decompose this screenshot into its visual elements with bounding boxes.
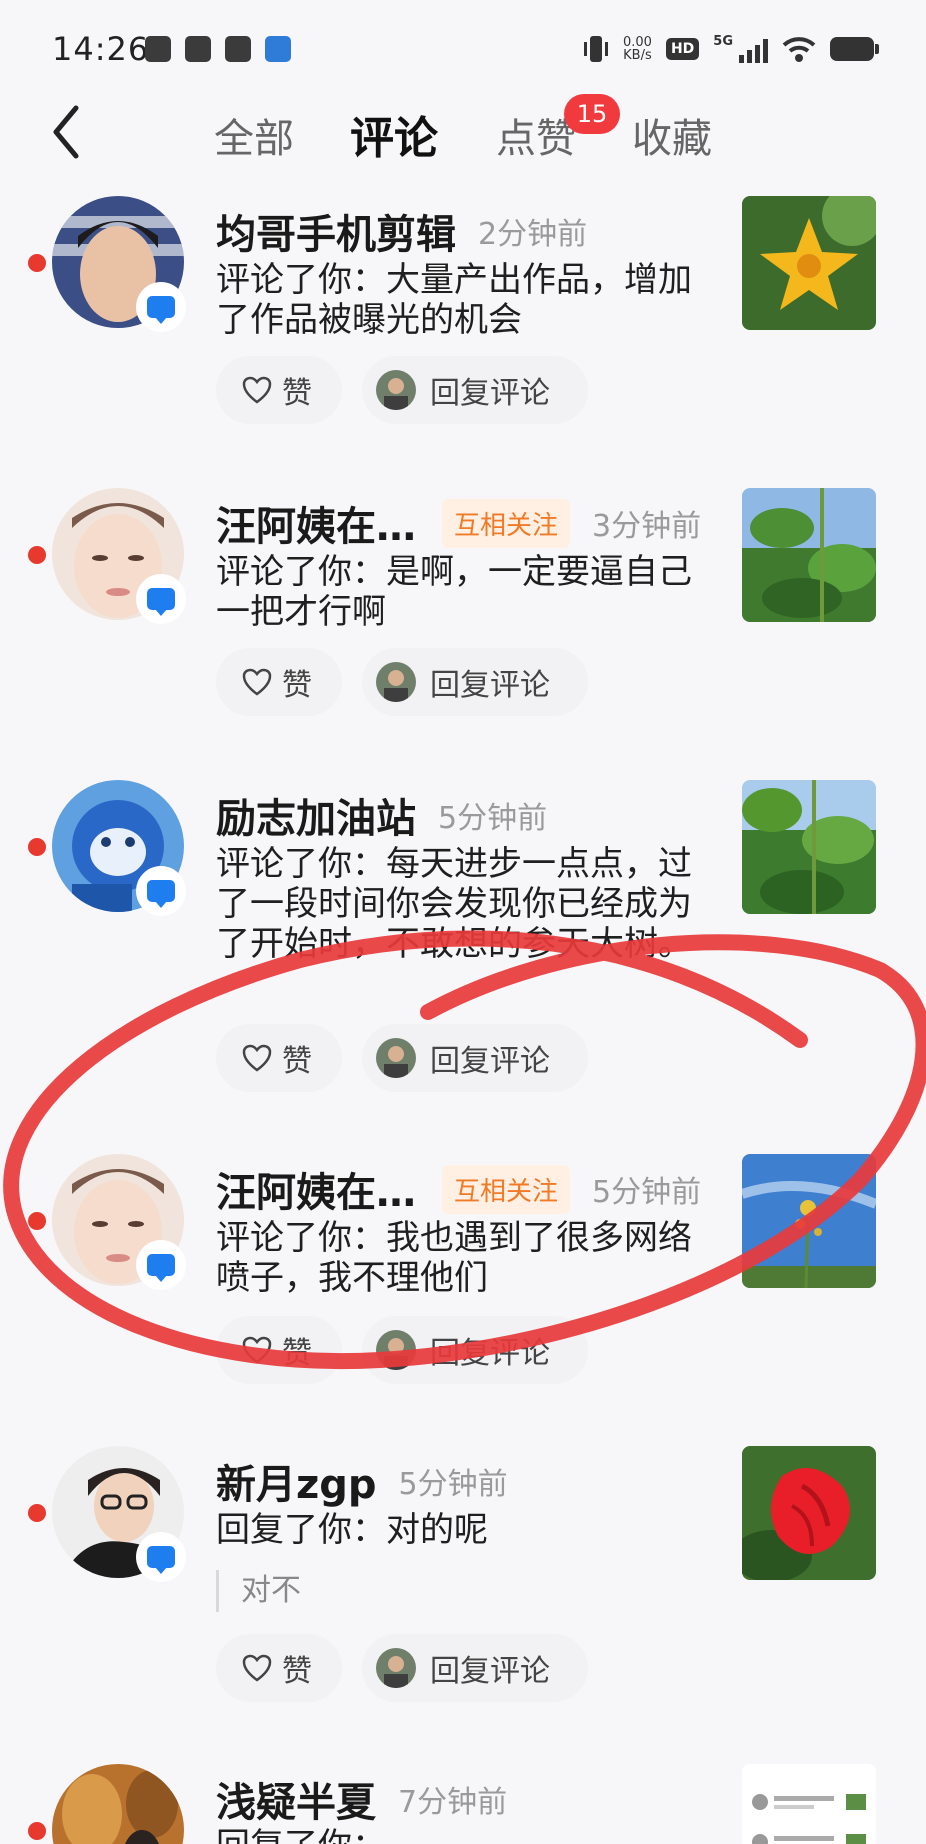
user-name[interactable]: 新月zgp (216, 1452, 377, 1510)
timestamp: 3分钟前 (592, 509, 702, 544)
post-thumbnail[interactable] (742, 1446, 876, 1580)
reply-label: 回复评论 (430, 1654, 550, 1689)
timestamp: 5分钟前 (592, 1175, 702, 1210)
comment-badge-icon (136, 1240, 186, 1290)
square-icon (145, 36, 171, 62)
reply-label: 回复评论 (430, 376, 550, 411)
chevron-left-icon[interactable] (44, 100, 94, 160)
status-right: 0.00 KB/s HD 5G (583, 34, 879, 64)
timestamp: 7分钟前 (398, 1785, 508, 1820)
unread-dot (28, 1212, 46, 1230)
like-button[interactable]: 赞 (216, 356, 342, 424)
reply-button[interactable]: 回复评论 (362, 1024, 588, 1092)
unread-dot (28, 838, 46, 856)
comment-text[interactable]: 评论了你：是啊，一定要逼自己一把才行啊 (216, 552, 706, 632)
item-header: 新月zgp 5分钟前 (216, 1452, 508, 1510)
wifi-icon (782, 37, 816, 62)
avatar[interactable] (52, 1764, 184, 1844)
like-label: 赞 (282, 1044, 312, 1079)
tab-all[interactable]: 全部 (214, 106, 294, 164)
my-avatar (376, 370, 416, 410)
user-name[interactable]: 汪阿姨在… (216, 1160, 416, 1218)
lock-icon (265, 36, 291, 62)
heart-icon (242, 376, 272, 404)
item-header: 均哥手机剪辑 2分钟前 (216, 202, 587, 260)
heart-icon (242, 1044, 272, 1072)
reply-label: 回复评论 (430, 668, 550, 703)
item-header: 汪阿姨在… 互相关注 3分钟前 (216, 494, 701, 552)
comment-text[interactable]: 回复了你： (216, 1826, 706, 1844)
heart-icon (242, 668, 272, 696)
user-name[interactable]: 浅疑半夏 (216, 1770, 376, 1828)
comment-badge-icon (136, 1532, 186, 1582)
status-bar: 14:26 0.00 KB/s HD 5G (0, 0, 926, 96)
item-header: 汪阿姨在… 互相关注 5分钟前 (216, 1160, 701, 1218)
like-button[interactable]: 赞 (216, 1024, 342, 1092)
quoted-text: 对不 (216, 1570, 301, 1612)
post-thumbnail[interactable] (742, 488, 876, 622)
timestamp: 5分钟前 (438, 801, 548, 836)
reply-button[interactable]: 回复评论 (362, 648, 588, 716)
network-speed: 0.00 KB/s (623, 36, 652, 62)
like-button[interactable]: 赞 (216, 648, 342, 716)
hd-icon: HD (665, 38, 700, 60)
unread-dot (28, 254, 46, 272)
my-avatar (376, 662, 416, 702)
item-header: 浅疑半夏 7分钟前 (216, 1770, 507, 1828)
my-avatar (376, 1330, 416, 1370)
tab-comments[interactable]: 评论 (350, 102, 438, 166)
unread-dot (28, 1822, 46, 1840)
battery-icon (830, 37, 879, 61)
reply-button[interactable]: 回复评论 (362, 1634, 588, 1702)
user-name[interactable]: 励志加油站 (216, 786, 416, 844)
link-icon (225, 36, 251, 62)
comment-text[interactable]: 评论了你：大量产出作品，增加了作品被曝光的机会 (216, 260, 706, 340)
speed-unit: KB/s (623, 48, 652, 63)
my-avatar (376, 1648, 416, 1688)
top-nav: 全部 评论 点赞 15 收藏 (0, 94, 926, 190)
my-avatar (376, 1038, 416, 1078)
likes-count-badge: 15 (564, 94, 620, 134)
status-time: 14:26 (52, 30, 150, 68)
like-button[interactable]: 赞 (216, 1316, 342, 1384)
like-button[interactable]: 赞 (216, 1634, 342, 1702)
post-thumbnail[interactable] (742, 780, 876, 914)
heart-icon (242, 1654, 272, 1682)
mutual-follow-badge: 互相关注 (442, 1164, 571, 1214)
comment-text[interactable]: 评论了你：我也遇到了很多网络喷子，我不理他们 (216, 1218, 706, 1298)
tab-favorites[interactable]: 收藏 (632, 106, 712, 164)
timestamp: 5分钟前 (398, 1467, 508, 1502)
like-label: 赞 (282, 376, 312, 411)
user-name[interactable]: 汪阿姨在… (216, 494, 416, 552)
timestamp: 2分钟前 (478, 217, 588, 252)
comment-badge-icon (136, 574, 186, 624)
item-header: 励志加油站 5分钟前 (216, 786, 547, 844)
reply-label: 回复评论 (430, 1044, 550, 1079)
user-name[interactable]: 均哥手机剪辑 (216, 202, 456, 260)
unread-dot (28, 546, 46, 564)
post-thumbnail[interactable] (742, 196, 876, 330)
reply-button[interactable]: 回复评论 (362, 356, 588, 424)
like-label: 赞 (282, 668, 312, 703)
notification-icons (145, 36, 291, 62)
reply-label: 回复评论 (430, 1336, 550, 1371)
vibrate-icon (583, 36, 608, 62)
unread-dot (28, 1504, 46, 1522)
comment-text[interactable]: 评论了你：每天进步一点点，过了一段时间你会发现你已经成为了开始时，不敢想的参天大… (216, 844, 706, 964)
network-type: 5G (713, 34, 733, 49)
signal-icon (739, 35, 768, 63)
comment-badge-icon (136, 866, 186, 916)
like-label: 赞 (282, 1654, 312, 1689)
post-thumbnail[interactable] (742, 1154, 876, 1288)
news-app-icon (185, 36, 211, 62)
comment-text[interactable]: 回复了你：对的呢 (216, 1510, 706, 1550)
mutual-follow-badge: 互相关注 (442, 498, 571, 548)
like-label: 赞 (282, 1336, 312, 1371)
post-thumbnail[interactable] (742, 1764, 876, 1844)
heart-icon (242, 1336, 272, 1364)
comment-badge-icon (136, 282, 186, 332)
reply-button[interactable]: 回复评论 (362, 1316, 588, 1384)
